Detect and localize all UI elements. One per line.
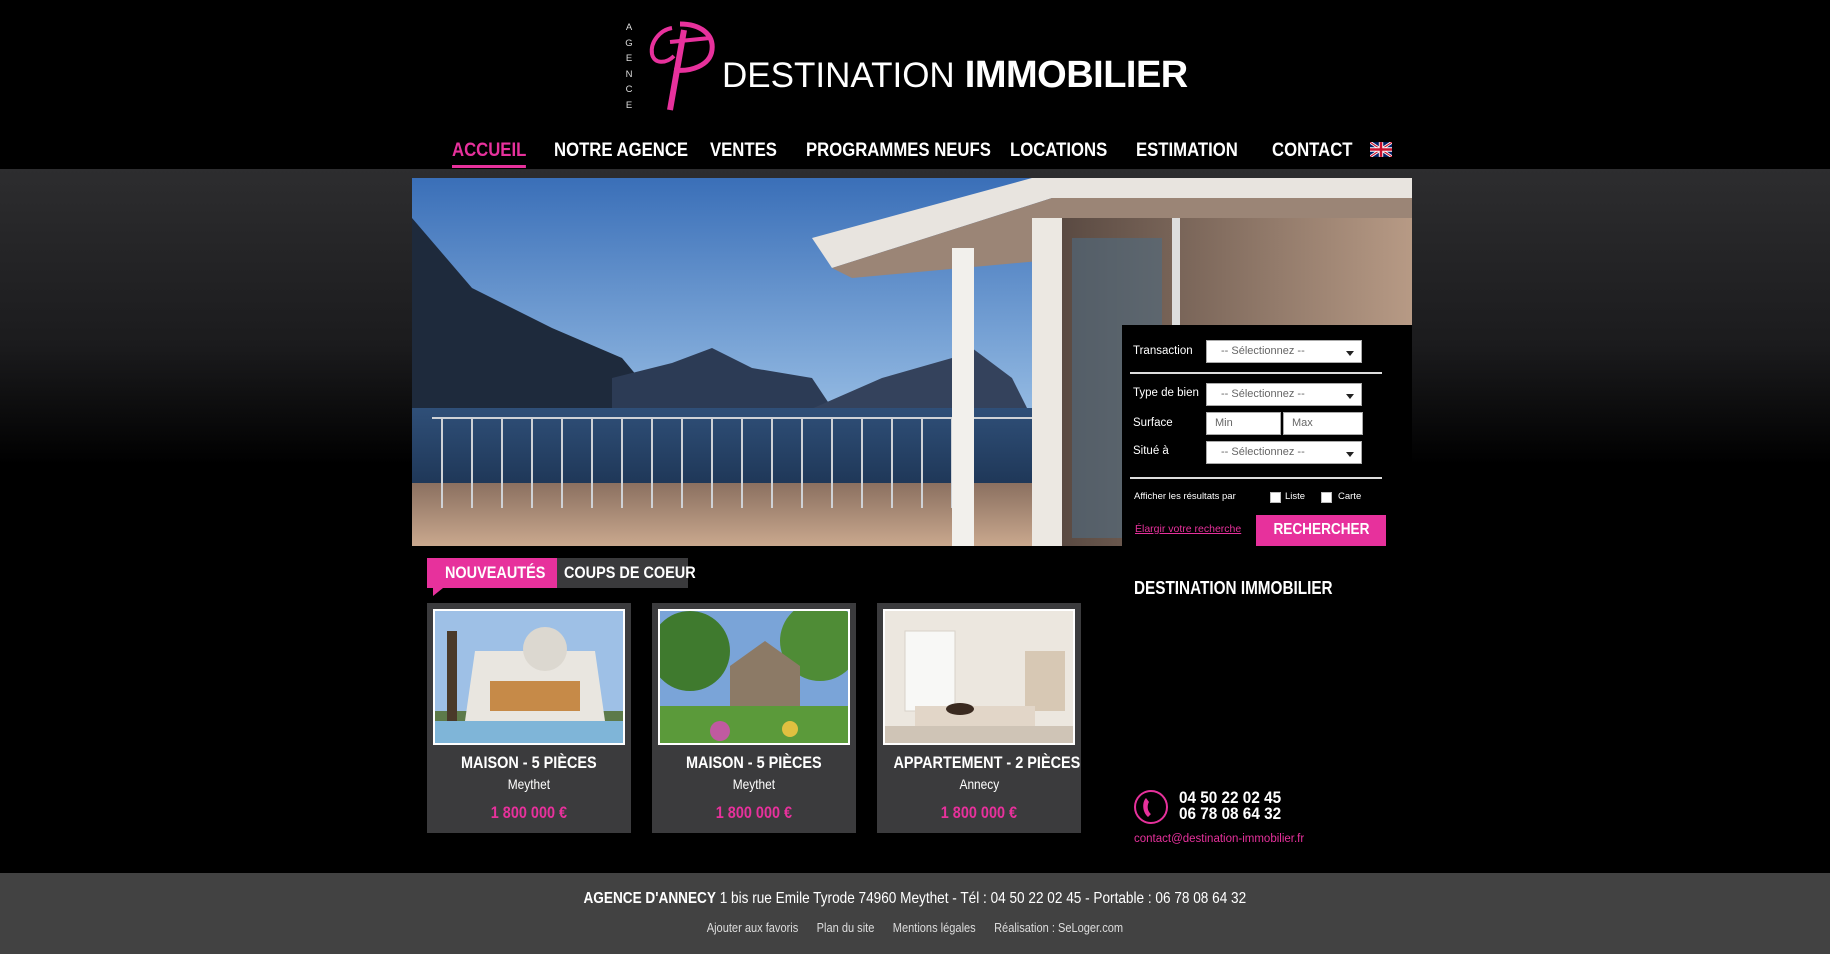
surface-label: Surface bbox=[1133, 417, 1173, 429]
listing-title: MAISON - 5 PIÈCES bbox=[686, 753, 822, 772]
footer-link-favorites[interactable]: Ajouter aux favoris bbox=[707, 920, 799, 935]
listing-title: APPARTEMENT - 2 PIÈCES bbox=[893, 753, 1081, 772]
phone-numbers: 04 50 22 02 45 06 78 08 64 32 bbox=[1179, 789, 1292, 823]
listing-card[interactable]: APPARTEMENT - 2 PIÈCES Annecy 1 800 000 … bbox=[877, 603, 1081, 833]
list-option-label: Liste bbox=[1285, 491, 1306, 502]
nav-item-locations[interactable]: LOCATIONS bbox=[1010, 140, 1107, 162]
intro-paragraph: Lorem ipsum dolor sit amet, consectetur … bbox=[0, 0, 497, 17]
listing-card[interactable]: MAISON - 5 PIÈCES Meythet 1 800 000 € bbox=[652, 603, 856, 833]
property-search-form: Transaction -- Sélectionnez -- Type de b… bbox=[1122, 325, 1412, 546]
listing-title: MAISON - 5 PIÈCES bbox=[461, 753, 597, 772]
logo-agence-text: AGE NCE bbox=[625, 22, 633, 111]
chevron-down-icon bbox=[1346, 394, 1354, 399]
agency-title: DESTINATION IMMOBILIER bbox=[1134, 578, 1333, 598]
list-checkbox[interactable] bbox=[1270, 492, 1281, 503]
situe-select[interactable]: -- Sélectionnez -- bbox=[1206, 441, 1362, 464]
agency-intro: DESTINATION IMMOBILIER bbox=[1134, 578, 1392, 599]
divider bbox=[1130, 372, 1382, 374]
transaction-label: Transaction bbox=[1133, 345, 1193, 357]
type-bien-select[interactable]: -- Sélectionnez -- bbox=[1206, 383, 1362, 406]
logo-brand-text: DESTINATION IMMOBILIER bbox=[722, 54, 1188, 96]
phone-icon bbox=[1134, 790, 1168, 824]
listing-location: Meythet bbox=[507, 776, 551, 792]
listing-price: 1 800 000 € bbox=[490, 803, 568, 822]
logo-monogram-icon bbox=[649, 21, 715, 111]
widen-search-link[interactable]: Élargir votre recherche bbox=[1135, 523, 1241, 535]
chevron-down-icon bbox=[1346, 351, 1354, 356]
situe-label: Situé à bbox=[1133, 445, 1169, 457]
contact-email-link[interactable]: contact@destination-immobilier.fr bbox=[1134, 833, 1304, 845]
tab-nouveautes[interactable]: NOUVEAUTÉS bbox=[427, 558, 557, 596]
nav-item-estimation[interactable]: ESTIMATION bbox=[1136, 140, 1238, 162]
footer-link-credits[interactable]: Réalisation : SeLoger.com bbox=[994, 920, 1123, 935]
surface-max-input[interactable]: Max bbox=[1283, 412, 1363, 435]
nav-item-notre-agence[interactable]: NOTRE AGENCE bbox=[554, 140, 688, 162]
listing-card[interactable]: MAISON - 5 PIÈCES Meythet 1 800 000 € bbox=[427, 603, 631, 833]
listing-location: Annecy bbox=[959, 776, 999, 792]
transaction-select[interactable]: -- Sélectionnez -- bbox=[1206, 340, 1362, 363]
map-checkbox[interactable] bbox=[1321, 492, 1332, 503]
nav-item-contact[interactable]: CONTACT bbox=[1272, 140, 1352, 162]
search-button[interactable]: RECHERCHER bbox=[1256, 515, 1386, 546]
surface-min-input[interactable]: Min bbox=[1206, 412, 1281, 435]
listing-photo[interactable] bbox=[883, 609, 1075, 745]
listing-price: 1 800 000 € bbox=[715, 803, 793, 822]
footer-link-sitemap[interactable]: Plan du site bbox=[817, 920, 875, 935]
uk-flag-icon[interactable] bbox=[1370, 142, 1392, 157]
intro-paragraph: Suspendisse lectus tortor, dignissim sit… bbox=[0, 18, 788, 35]
chevron-down-icon bbox=[1346, 452, 1354, 457]
footer-address: AGENCE D'ANNECY 1 bis rue Emile Tyrode 7… bbox=[0, 890, 1830, 908]
intro-paragraph: Maecenas ligula massa, varius a, semper … bbox=[0, 36, 1316, 53]
nav-item-programmes-neufs[interactable]: PROGRAMMES NEUFS bbox=[806, 140, 991, 162]
listing-price: 1 800 000 € bbox=[940, 803, 1018, 822]
main-nav: ACCUEIL NOTRE AGENCE VENTES PROGRAMMES N… bbox=[0, 140, 1830, 170]
divider bbox=[1130, 477, 1382, 479]
nav-item-ventes[interactable]: VENTES bbox=[710, 140, 777, 162]
footer-address-text: 1 bis rue Emile Tyrode 74960 Meythet - T… bbox=[716, 890, 1247, 907]
phone-number-mobile: 06 78 08 64 32 bbox=[1179, 804, 1282, 823]
listing-location: Meythet bbox=[732, 776, 776, 792]
listing-photo[interactable] bbox=[433, 609, 625, 745]
footer-link-legal[interactable]: Mentions légales bbox=[893, 920, 976, 935]
type-bien-label: Type de bien bbox=[1133, 387, 1199, 399]
nav-item-accueil[interactable]: ACCUEIL bbox=[452, 140, 527, 168]
footer: AGENCE D'ANNECY 1 bis rue Emile Tyrode 7… bbox=[0, 873, 1830, 954]
page: AGE NCE DESTINATION IMMOBILIER ACCUEIL N… bbox=[0, 0, 1830, 954]
tab-coups-de-coeur[interactable]: COUPS DE COEUR bbox=[557, 558, 696, 588]
map-option-label: Carte bbox=[1338, 491, 1362, 502]
display-mode-label: Afficher les résultats par bbox=[1134, 491, 1236, 502]
footer-links: Ajouter aux favoris Plan du site Mention… bbox=[0, 920, 1830, 935]
footer-agency-name: AGENCE D'ANNECY bbox=[583, 890, 717, 907]
listing-photo[interactable] bbox=[658, 609, 850, 745]
